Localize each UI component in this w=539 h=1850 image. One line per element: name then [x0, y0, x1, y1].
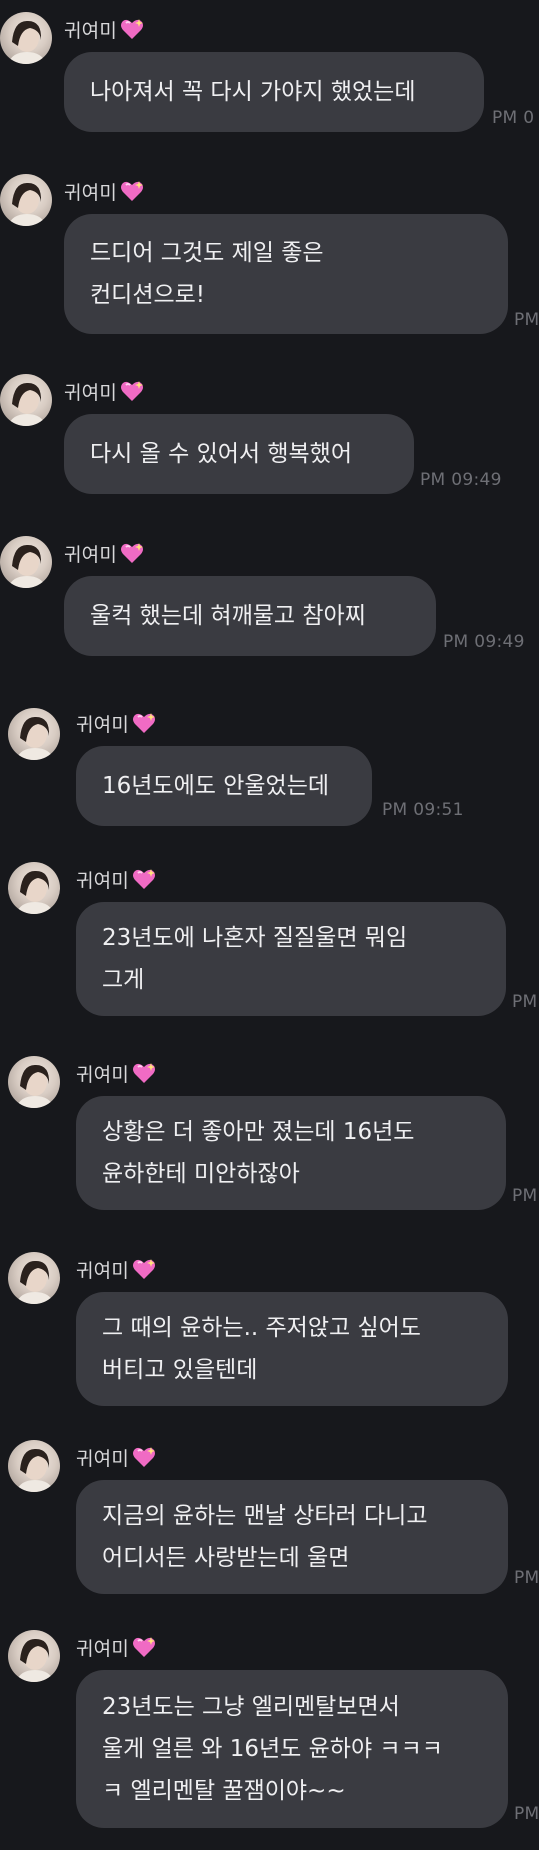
message-bubble[interactable]: 지금의 윤하는 맨날 상타러 다니고 어디서든 사랑받는데 울면 [76, 1480, 508, 1594]
sender-name-row: 귀여미 [64, 14, 144, 44]
sender-avatar[interactable] [0, 536, 52, 588]
sender-avatar[interactable] [8, 1056, 60, 1108]
sender-avatar[interactable] [8, 862, 60, 914]
sender-name-row: 귀여미 [76, 708, 156, 738]
sender-name: 귀여미 [76, 869, 130, 892]
sparkling-heart-icon [132, 712, 156, 734]
sender-name-row: 귀여미 [64, 376, 144, 406]
message-time: PM [514, 1568, 539, 1588]
sender-name: 귀여미 [64, 19, 118, 42]
message-text: 나아져서 꼭 다시 가야지 했었는데 [90, 79, 416, 105]
message-text: 지금의 윤하는 맨날 상타러 다니고 어디서든 사랑받는데 울면 [102, 1503, 428, 1571]
avatar-image [8, 182, 46, 226]
sender-name-row: 귀여미 [76, 1058, 156, 1088]
message-time: PM [512, 1186, 538, 1206]
message-bubble[interactable]: 23년도는 그냥 엘리멘탈보면서 울게 얼른 와 16년도 윤하야 ㅋㅋㅋ ㅋ … [76, 1670, 508, 1828]
sender-name: 귀여미 [76, 1637, 130, 1660]
sender-name: 귀여미 [64, 381, 118, 404]
message-time: PM [514, 1804, 539, 1824]
message-time: PM 09:51 [382, 800, 464, 820]
message-text: 다시 올 수 있어서 행복했어 [90, 441, 353, 467]
message-text: 16년도에도 안울었는데 [102, 773, 330, 799]
sender-name: 귀여미 [76, 1447, 130, 1470]
message-text: 드디어 그것도 제일 좋은 컨디션으로! [90, 240, 324, 308]
avatar-image [16, 870, 54, 914]
sender-name-row: 귀여미 [64, 538, 144, 568]
sender-name: 귀여미 [76, 1063, 130, 1086]
avatar-image [16, 1448, 54, 1492]
sparkling-heart-icon [132, 1258, 156, 1280]
message-time: PM 09:49 [420, 470, 502, 490]
sender-avatar[interactable] [8, 708, 60, 760]
sender-name-row: 귀여미 [76, 1632, 156, 1662]
sender-avatar[interactable] [0, 174, 52, 226]
message-bubble[interactable]: 나아져서 꼭 다시 가야지 했었는데 [64, 52, 484, 132]
sparkling-heart-icon [120, 542, 144, 564]
message-text: 23년도는 그냥 엘리멘탈보면서 울게 얼른 와 16년도 윤하야 ㅋㅋㅋ ㅋ … [102, 1694, 443, 1804]
sender-avatar[interactable] [0, 12, 52, 64]
message-bubble[interactable]: 16년도에도 안울었는데 [76, 746, 372, 826]
sender-name-row: 귀여미 [76, 1442, 156, 1472]
sparkling-heart-icon [120, 380, 144, 402]
avatar-image [16, 1638, 54, 1682]
message-text: 상황은 더 좋아만 졌는데 16년도 윤하한테 미안하잖아 [102, 1119, 415, 1187]
message-bubble[interactable]: 상황은 더 좋아만 졌는데 16년도 윤하한테 미안하잖아 [76, 1096, 506, 1210]
sparkling-heart-icon [132, 1062, 156, 1084]
sender-avatar[interactable] [8, 1252, 60, 1304]
message-time: PM 0 [492, 108, 535, 128]
sparkling-heart-icon [120, 180, 144, 202]
sparkling-heart-icon [120, 18, 144, 40]
message-bubble[interactable]: 그 때의 윤하는.. 주저앉고 싶어도 버티고 있을텐데 [76, 1292, 508, 1406]
message-bubble[interactable]: 다시 올 수 있어서 행복했어 [64, 414, 414, 494]
sender-name: 귀여미 [76, 713, 130, 736]
sender-avatar[interactable] [0, 374, 52, 426]
message-bubble[interactable]: 울컥 했는데 혀깨물고 참아찌 [64, 576, 436, 656]
avatar-image [8, 382, 46, 426]
sender-name-row: 귀여미 [64, 176, 144, 206]
sender-name-row: 귀여미 [76, 864, 156, 894]
sender-name: 귀여미 [64, 181, 118, 204]
message-bubble[interactable]: 드디어 그것도 제일 좋은 컨디션으로! [64, 214, 508, 334]
message-text: 그 때의 윤하는.. 주저앉고 싶어도 버티고 있을텐데 [102, 1315, 421, 1383]
avatar-image [16, 1064, 54, 1108]
avatar-image [8, 20, 46, 64]
sender-name: 귀여미 [76, 1259, 130, 1282]
sender-avatar[interactable] [8, 1630, 60, 1682]
avatar-image [16, 716, 54, 760]
message-time: PM 09:49 [443, 632, 525, 652]
sparkling-heart-icon [132, 1446, 156, 1468]
message-text: 23년도에 나혼자 질질울면 뭐임 그게 [102, 925, 408, 993]
avatar-image [8, 544, 46, 588]
sparkling-heart-icon [132, 1636, 156, 1658]
message-time: PM [514, 310, 539, 330]
message-text: 울컥 했는데 혀깨물고 참아찌 [90, 603, 366, 629]
message-bubble[interactable]: 23년도에 나혼자 질질울면 뭐임 그게 [76, 902, 506, 1016]
sender-avatar[interactable] [8, 1440, 60, 1492]
message-time: PM [512, 992, 538, 1012]
sender-name-row: 귀여미 [76, 1254, 156, 1284]
sparkling-heart-icon [132, 868, 156, 890]
sender-name: 귀여미 [64, 543, 118, 566]
avatar-image [16, 1260, 54, 1304]
